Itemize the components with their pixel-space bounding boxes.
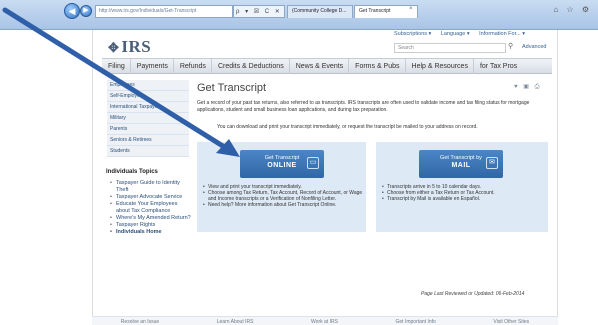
information-for-link[interactable]: Information For... ▾ <box>479 31 525 37</box>
sidebar-item-employees[interactable]: Employees <box>107 80 189 91</box>
advanced-search-link[interactable]: Advanced <box>522 44 546 50</box>
footer-learn-about-irs[interactable]: Learn About IRS <box>217 319 254 325</box>
topics-title: Individuals Topics <box>106 169 158 175</box>
address-tools[interactable]: ρ ▾ ☒ C ✕ <box>233 5 285 18</box>
nav-credits-deductions[interactable]: Credits & Deductions <box>212 59 290 74</box>
language-link[interactable]: Language ▾ <box>441 31 470 37</box>
back-button[interactable]: ◀ <box>64 3 80 19</box>
sidebar-item-military[interactable]: Military <box>107 113 189 124</box>
footer-other-sites[interactable]: Visit Other Sites <box>493 319 529 325</box>
browser-window-icons[interactable]: ⌂ ☆ ⚙ <box>553 5 592 14</box>
footer-bar: Resolve an Issue Learn About IRS Work at… <box>92 316 558 325</box>
main-navigation: Filing Payments Refunds Credits & Deduct… <box>102 58 552 74</box>
browser-toolbar: ◀ ▶ http://www.irs.gov/Individuals/Get-T… <box>0 0 598 30</box>
search-input[interactable]: Search <box>394 43 506 53</box>
footer-resolve-issue[interactable]: Resolve an Issue <box>121 319 159 325</box>
envelope-icon: ✉ <box>486 157 498 169</box>
mail-bullet-3[interactable]: Transcript by Mail is available en Españ… <box>382 196 544 202</box>
online-bullet-2[interactable]: Choose among Tax Return, Tax Account, Re… <box>203 190 363 202</box>
eagle-icon: ✥ <box>108 40 120 55</box>
online-bullet-3[interactable]: Need help? More information about Get Tr… <box>203 202 363 208</box>
sidebar-item-self-employed[interactable]: Self-Employed <box>107 91 189 102</box>
forward-button[interactable]: ▶ <box>80 5 92 17</box>
footer-work-at-irs[interactable]: Work at IRS <box>311 319 338 325</box>
nav-tax-pros[interactable]: for Tax Pros <box>474 59 522 74</box>
intro-text: Get a record of your past tax returns, a… <box>197 100 530 113</box>
online-button-line1: Get Transcript <box>264 155 300 161</box>
browser-tab-community-college[interactable]: (Community College D... <box>287 5 353 18</box>
computer-icon: ▭ <box>307 157 319 169</box>
last-reviewed: Page Last Reviewed or Updated: 06-Feb-20… <box>421 291 525 297</box>
get-transcript-mail-button[interactable]: Get Transcript by MAIL ✉ <box>419 150 503 178</box>
sidebar-item-seniors[interactable]: Seniors & Retirees <box>107 135 189 146</box>
address-bar[interactable]: http://www.irs.gov/Individuals/Get-Trans… <box>95 5 233 18</box>
mail-button-line1: Get Transcript by <box>440 155 482 161</box>
page-title: Get Transcript <box>197 82 267 94</box>
irs-logo[interactable]: ✥ IRS <box>108 37 151 57</box>
topic-identity-theft[interactable]: Taxpayer Guide to Identity Theft <box>110 180 192 194</box>
nav-news-events[interactable]: News & Events <box>290 59 350 74</box>
topic-educate-employees[interactable]: Educate Your Employees about Tax Complia… <box>110 201 192 215</box>
topic-individuals-home[interactable]: Individuals Home <box>110 229 192 236</box>
logo-text: IRS <box>121 37 152 56</box>
online-bullets: View and print your transcript immediate… <box>203 184 363 208</box>
nav-refunds[interactable]: Refunds <box>174 59 212 74</box>
topic-taxpayer-advocate[interactable]: Taxpayer Advocate Service <box>110 194 192 201</box>
topic-amended-return[interactable]: Where's My Amended Return? <box>110 215 192 222</box>
share-print-icons[interactable]: ♥ ▣ ⎙ <box>514 83 541 91</box>
nav-forms-pubs[interactable]: Forms & Pubs <box>349 59 406 74</box>
topic-taxpayer-rights[interactable]: Taxpayer Rights <box>110 222 192 229</box>
topics-list: Taxpayer Guide to Identity Theft Taxpaye… <box>110 180 192 236</box>
sidebar: Employees Self-Employed International Ta… <box>107 80 189 157</box>
nav-filing[interactable]: Filing <box>102 59 131 74</box>
subscriptions-link[interactable]: Subscriptions ▾ <box>394 31 431 37</box>
footer-important-info[interactable]: Get Important Info <box>396 319 436 325</box>
close-tab-icon[interactable]: × <box>409 6 413 12</box>
utility-links: Subscriptions ▾ Language ▾ Information F… <box>394 31 533 37</box>
mail-bullets: Transcripts arrive in 5 to 10 calendar d… <box>382 184 544 202</box>
sidebar-item-international[interactable]: International Taxpayers <box>107 102 189 113</box>
sidebar-item-parents[interactable]: Parents <box>107 124 189 135</box>
nav-help-resources[interactable]: Help & Resources <box>406 59 474 74</box>
search-icon[interactable]: ⚲ <box>508 42 513 50</box>
intro-text-2: You can download and print your transcri… <box>217 124 478 130</box>
sidebar-item-students[interactable]: Students <box>107 146 189 157</box>
get-transcript-online-button[interactable]: Get Transcript ONLINE ▭ <box>240 150 324 178</box>
nav-payments[interactable]: Payments <box>131 59 174 74</box>
